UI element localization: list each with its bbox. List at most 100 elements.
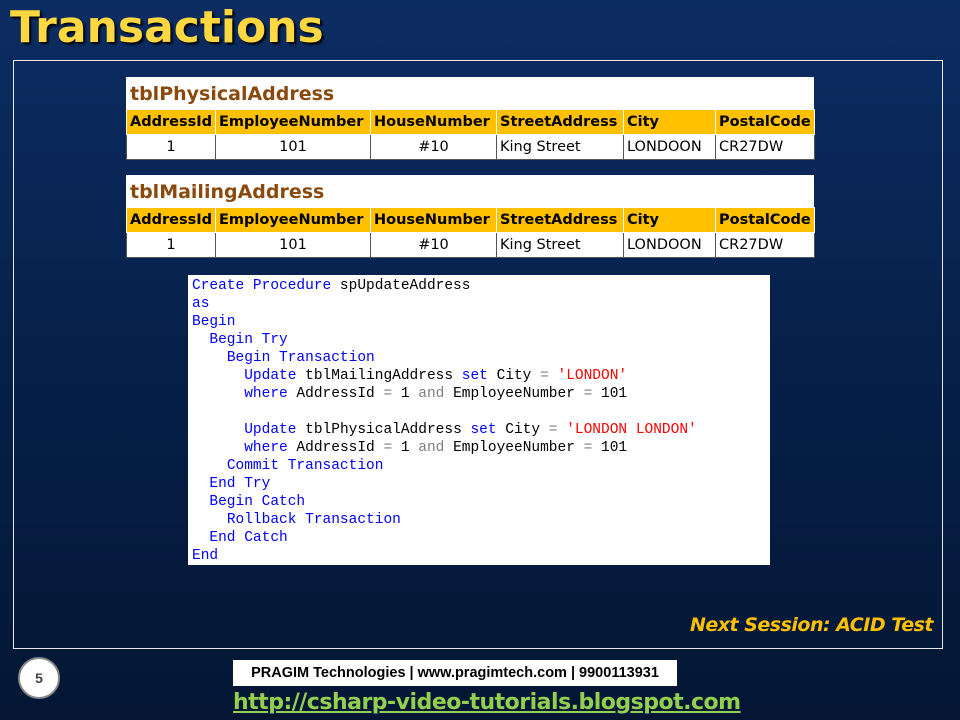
code-token: as	[192, 296, 210, 312]
table-cell: #10	[370, 232, 497, 258]
code-token: =	[383, 440, 393, 456]
code-token: Update	[244, 422, 297, 438]
header-row: AddressId EmployeeNumber HouseNumber Str…	[126, 109, 815, 135]
sql-code-block: Create Procedure spUpdateAddress as Begi…	[188, 275, 770, 565]
code-token: Begin Transaction	[226, 350, 375, 366]
code-line: End Try	[192, 476, 270, 492]
code-token: AddressId	[287, 386, 384, 402]
code-token: =	[383, 386, 393, 402]
code-token: =	[548, 422, 558, 438]
table-cell: #10	[370, 134, 497, 160]
code-token: City	[487, 368, 541, 384]
code-token: set	[461, 368, 488, 384]
physical-address-table: tblPhysicalAddress AddressId EmployeeNum…	[126, 77, 815, 160]
header-row: AddressId EmployeeNumber HouseNumber Str…	[126, 207, 815, 233]
code-token: Begin Try	[209, 332, 288, 348]
blog-link[interactable]: http://csharp-video-tutorials.blogspot.c…	[233, 690, 741, 715]
column-header: HouseNumber	[370, 207, 497, 233]
table-cell: CR27DW	[715, 134, 815, 160]
code-token: =	[583, 386, 593, 402]
code-token: 1	[392, 386, 419, 402]
column-header: HouseNumber	[370, 109, 497, 135]
table-cell: King Street	[496, 232, 624, 258]
column-header: StreetAddress	[496, 109, 624, 135]
code-line: Update tblMailingAddress set City = 'LON…	[192, 368, 627, 384]
mailing-address-table: tblMailingAddress AddressId EmployeeNumb…	[126, 175, 815, 258]
code-token: tblPhysicalAddress	[296, 422, 471, 438]
code-token: 101	[592, 440, 628, 456]
code-line: as	[192, 296, 209, 312]
code-token: Begin Catch	[209, 494, 306, 510]
code-token: =	[540, 368, 549, 384]
table-row: 1 101 #10 King Street LONDOON CR27DW	[126, 232, 815, 258]
code-line: Begin Transaction	[192, 350, 375, 366]
column-header: StreetAddress	[496, 207, 624, 233]
table-cell: King Street	[496, 134, 624, 160]
code-token: =	[583, 440, 593, 456]
table-cell: 1	[126, 134, 216, 160]
column-header: PostalCode	[715, 109, 815, 135]
code-token: tblMailingAddress	[296, 368, 462, 384]
code-token: End Try	[209, 476, 271, 492]
code-line: Begin Try	[192, 332, 288, 348]
table-cell: LONDOON	[623, 134, 716, 160]
code-line: End Catch	[192, 530, 288, 546]
page-number: 5	[18, 657, 60, 699]
code-token: 1	[392, 440, 419, 456]
footer-brand: PRAGIM Technologies | www.pragimtech.com…	[233, 660, 677, 686]
table-name: tblMailingAddress	[126, 175, 814, 207]
code-token: where	[244, 440, 288, 456]
code-line: Commit Transaction	[192, 458, 384, 474]
table-cell: 101	[215, 232, 371, 258]
code-token: AddressId	[287, 440, 384, 456]
code-token: set	[470, 422, 497, 438]
sql-code: Create Procedure spUpdateAddress as Begi…	[188, 275, 770, 565]
code-token: Update	[244, 368, 297, 384]
column-header: City	[623, 109, 716, 135]
column-header: EmployeeNumber	[215, 207, 371, 233]
code-line: Begin Catch	[192, 494, 305, 510]
code-token: 'LONDON LONDON'	[566, 422, 697, 438]
table-cell: LONDOON	[623, 232, 716, 258]
code-token: 'LONDON'	[557, 368, 628, 384]
column-header: AddressId	[126, 109, 216, 135]
code-token: End Catch	[209, 530, 288, 546]
column-header: PostalCode	[715, 207, 815, 233]
code-token: 101	[592, 386, 628, 402]
code-token: spUpdateAddress	[331, 278, 471, 294]
code-token: where	[244, 386, 288, 402]
column-header: City	[623, 207, 716, 233]
table-cell: 1	[126, 232, 216, 258]
code-token: and	[418, 440, 445, 456]
code-token: End	[192, 548, 219, 564]
code-token: Begin	[192, 314, 236, 330]
code-token: Create Procedure	[192, 278, 332, 294]
code-token: Rollback Transaction	[226, 512, 401, 528]
code-line: Create Procedure spUpdateAddress	[192, 278, 470, 294]
next-session-label: Next Session: ACID Test	[689, 614, 934, 636]
code-token: EmployeeNumber	[444, 386, 584, 402]
code-line: Update tblPhysicalAddress set City = 'LO…	[192, 422, 697, 438]
code-line: where AddressId = 1 and EmployeeNumber =…	[192, 440, 627, 456]
code-line: Rollback Transaction	[192, 512, 401, 528]
slide-title: Transactions	[10, 2, 324, 53]
table-cell: CR27DW	[715, 232, 815, 258]
table-name: tblPhysicalAddress	[126, 77, 814, 109]
column-header: EmployeeNumber	[215, 109, 371, 135]
code-line: Begin	[192, 314, 236, 330]
column-header: AddressId	[126, 207, 216, 233]
table-row: 1 101 #10 King Street LONDOON CR27DW	[126, 134, 815, 160]
